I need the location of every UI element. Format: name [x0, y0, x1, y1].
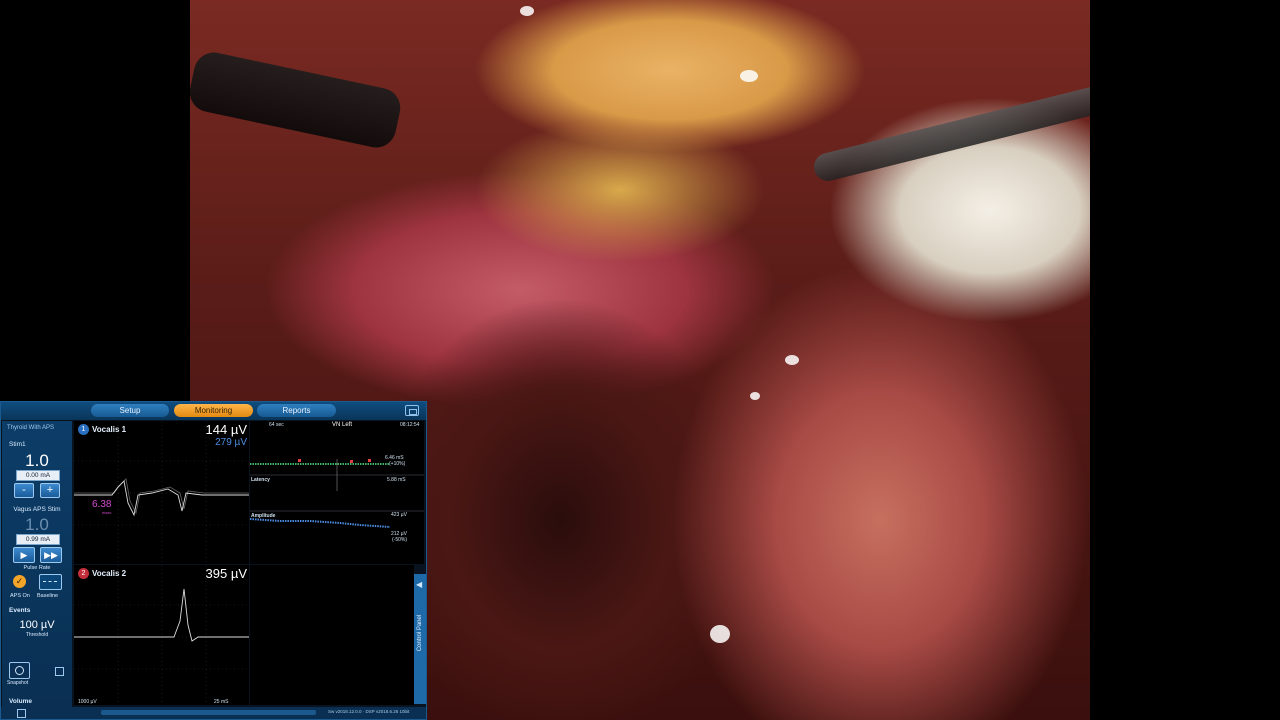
timeline-scrollbar[interactable] [101, 710, 316, 715]
play-icon: ▶ [20, 550, 28, 560]
control-panel-label: Control Panel [417, 614, 423, 652]
tab-reports[interactable]: Reports [257, 404, 336, 417]
top-navigation-bar: Setup Monitoring Reports [1, 402, 426, 420]
channel-2-pane: 2 Vocalis 2 395 µV 1000 µV 25 mS [74, 565, 249, 705]
aps-on-checkbox[interactable]: ✓ [13, 575, 26, 588]
play-button[interactable]: ▶ [13, 547, 35, 563]
fast-forward-button[interactable]: ▶▶ [40, 547, 62, 563]
trend-amplitude-value-1: 423 µV [391, 512, 407, 518]
stim1-decrease-button[interactable]: - [14, 483, 34, 498]
lower-right-pane [250, 565, 414, 705]
threshold-value[interactable]: 100 µV [2, 619, 72, 631]
camera-icon[interactable] [9, 662, 30, 679]
fast-forward-icon: ▶▶ [44, 550, 58, 560]
trend-amplitude-percent: (-50%) [392, 537, 408, 543]
light-reflection [785, 355, 799, 365]
status-footer: Sw v2018.12.0.0 · DSP v2018.6.26 10bit [1, 707, 426, 719]
tab-setup[interactable]: Setup [91, 404, 169, 417]
pulse-rate-label: Pulse Rate [23, 565, 51, 571]
channel-1-pane: 1 Vocalis 1 144 µV 279 µV 6.38 msec [74, 421, 249, 564]
vagus-trend-pane: 64 sec VN Left 08:12:54 6.46 mS (+10%) L… [250, 421, 424, 564]
window-toggle-icon[interactable] [405, 405, 419, 416]
baseline-button[interactable] [39, 574, 62, 590]
events-label: Events [9, 607, 31, 614]
trend-amplitude-label: Amplitude [251, 513, 276, 519]
scale-amplitude-label: 1000 µV [78, 699, 97, 705]
version-info: Sw v2018.12.0.0 · DSP v2018.6.26 10bit [328, 709, 410, 714]
aps-on-label: APS On [10, 593, 30, 599]
threshold-label: Threshold [25, 632, 49, 638]
surgical-instrument-shaft [811, 84, 1090, 184]
channel-1-waveform [74, 421, 249, 564]
collapse-arrow-icon: ◀ [416, 580, 423, 589]
stim1-current-field[interactable]: 0.00 mA [16, 470, 60, 481]
save-icon[interactable] [55, 667, 64, 676]
procedure-mode-label: Thyroid With APS [7, 425, 55, 431]
scale-time-label: 25 mS [214, 699, 229, 705]
trend-latency-value-2: 5.88 mS [387, 477, 406, 483]
light-reflection [740, 70, 758, 82]
light-reflection [710, 625, 730, 643]
tab-monitoring[interactable]: Monitoring [174, 404, 253, 417]
retractor-instrument [190, 48, 404, 152]
light-reflection [750, 392, 760, 400]
channel-2-waveform [74, 565, 249, 705]
nerve-monitor-panel: Setup Monitoring Reports Thyroid With AP… [0, 401, 427, 720]
stim1-label: Stim1 [9, 441, 26, 448]
vagus-stim-value: 1.0 [25, 515, 49, 534]
check-icon: ✓ [15, 576, 24, 586]
volume-label: Volume [9, 698, 32, 705]
vagus-stim-label: Vagus APS Stim [13, 506, 61, 513]
snapshot-label: Snapshot [7, 680, 29, 686]
baseline-label: Baseline [37, 593, 59, 599]
control-panel-tab[interactable]: ◀ Control Panel [414, 574, 426, 704]
trend-latency-label: Latency [251, 477, 270, 483]
stim1-value: 1.0 [25, 451, 49, 470]
light-reflection [520, 6, 534, 16]
status-icon[interactable] [17, 709, 26, 718]
stim1-increase-button[interactable]: + [40, 483, 60, 498]
vagus-current-field[interactable]: 0.99 mA [16, 534, 60, 545]
trend-latency-percent: (+10%) [389, 461, 406, 467]
stimulation-sidebar: Thyroid With APS Stim1 1.0 0.00 mA - + V… [2, 421, 72, 717]
